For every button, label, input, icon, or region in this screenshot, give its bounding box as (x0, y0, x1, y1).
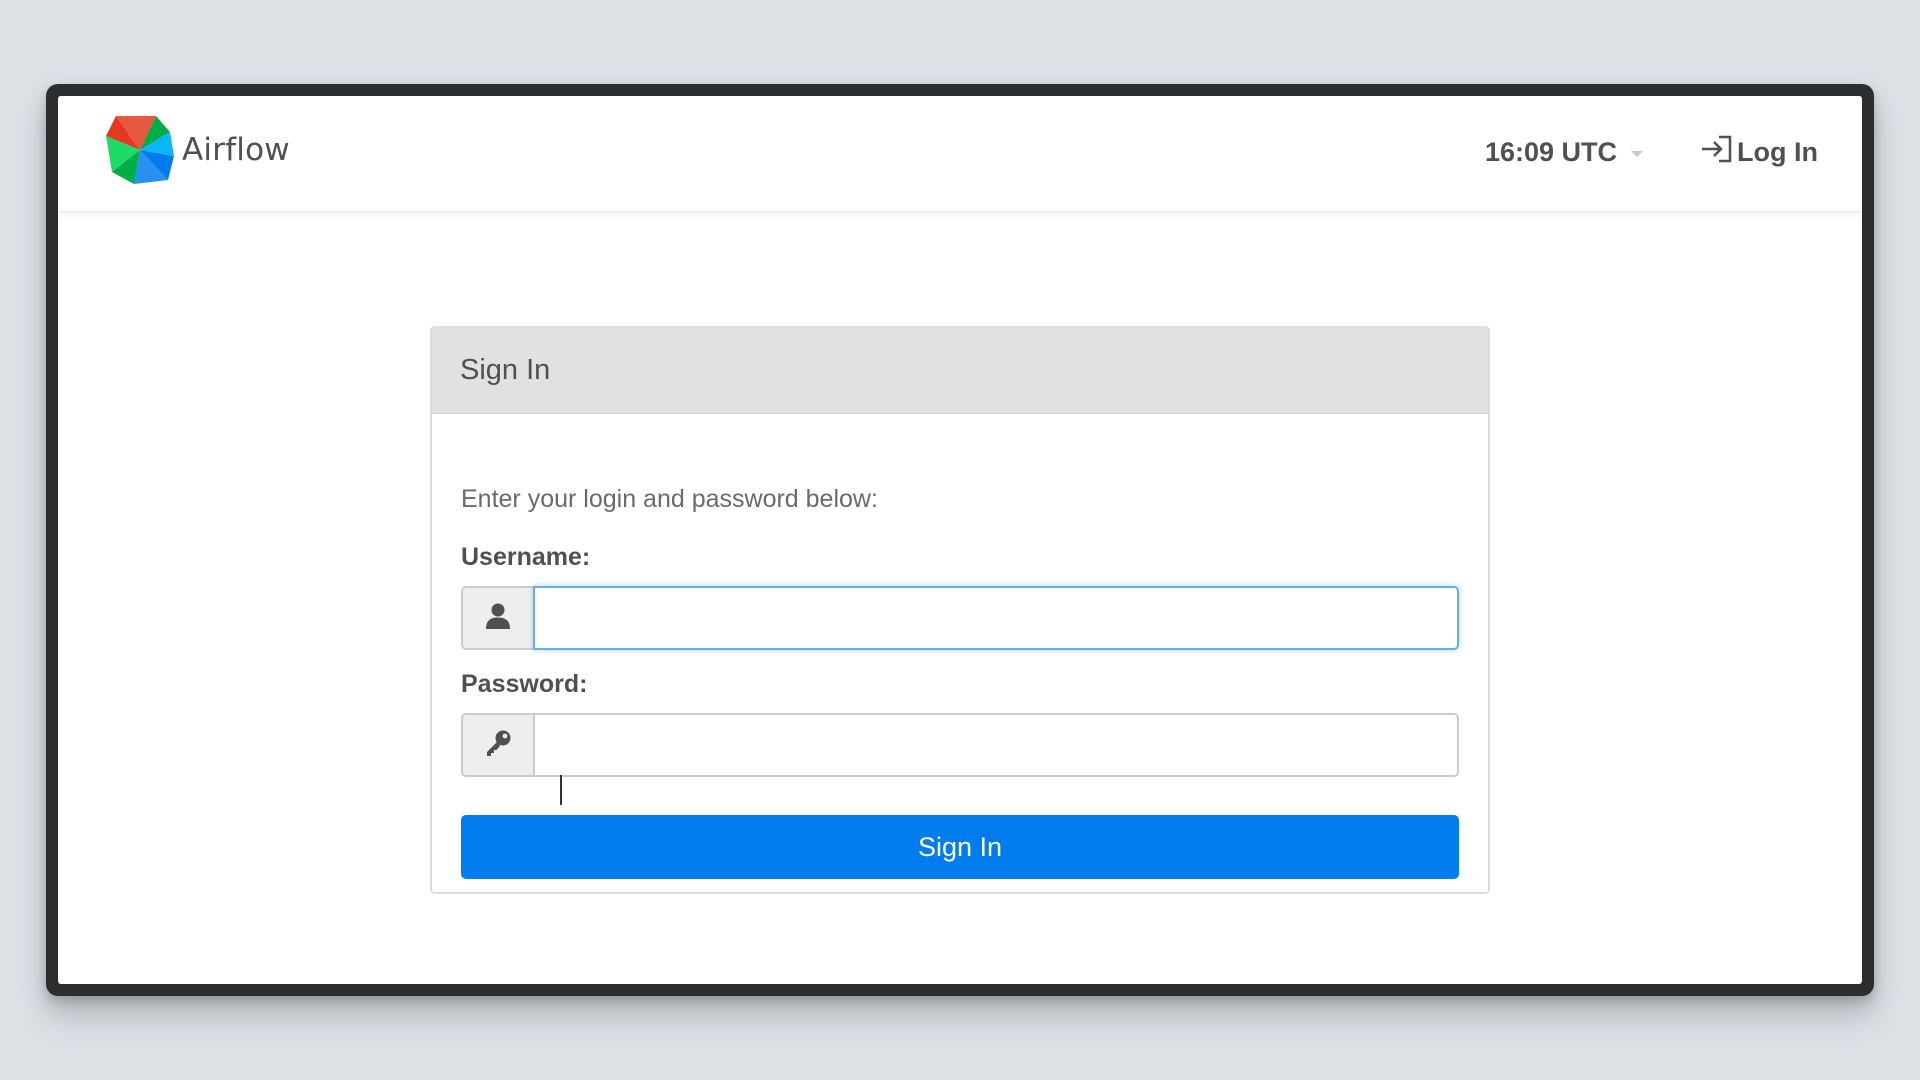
sign-in-button[interactable]: Sign In (461, 815, 1459, 879)
airflow-logo-icon (104, 114, 176, 186)
username-input-group (461, 586, 1459, 650)
password-addon (461, 713, 533, 777)
top-navbar: Airflow 16:09 UTC Log In (58, 96, 1862, 212)
password-input-group (461, 713, 1459, 777)
brand-name: Airflow (182, 132, 290, 168)
user-icon (485, 602, 511, 635)
panel-heading: Sign In (432, 328, 1488, 414)
navbar-right: 16:09 UTC Log In (1485, 133, 1818, 172)
password-label: Password: (461, 670, 588, 698)
login-link[interactable]: Log In (1699, 133, 1818, 172)
clock-dropdown[interactable]: 16:09 UTC (1484, 137, 1644, 168)
panel-title: Sign In (460, 354, 551, 386)
brand-link[interactable]: Airflow (104, 114, 290, 186)
username-input[interactable] (533, 586, 1459, 650)
intro-text: Enter your login and password below: (461, 485, 878, 513)
text-cursor (560, 775, 562, 805)
login-panel: Sign In Enter your login and password be… (430, 326, 1490, 894)
clock-text: 16:09 UTC (1484, 137, 1618, 167)
key-icon (483, 728, 513, 763)
screen-frame: Airflow 16:09 UTC Log In Sign In Enter y… (46, 84, 1874, 996)
login-label: Log In (1737, 137, 1818, 167)
username-label: Username: (461, 543, 591, 571)
username-addon (461, 586, 533, 650)
panel-body: Enter your login and password below: Use… (432, 485, 1488, 879)
caret-down-icon (1631, 150, 1644, 157)
password-input[interactable] (533, 713, 1459, 777)
browser-viewport: Airflow 16:09 UTC Log In Sign In Enter y… (58, 96, 1862, 984)
sign-in-icon (1699, 133, 1737, 172)
